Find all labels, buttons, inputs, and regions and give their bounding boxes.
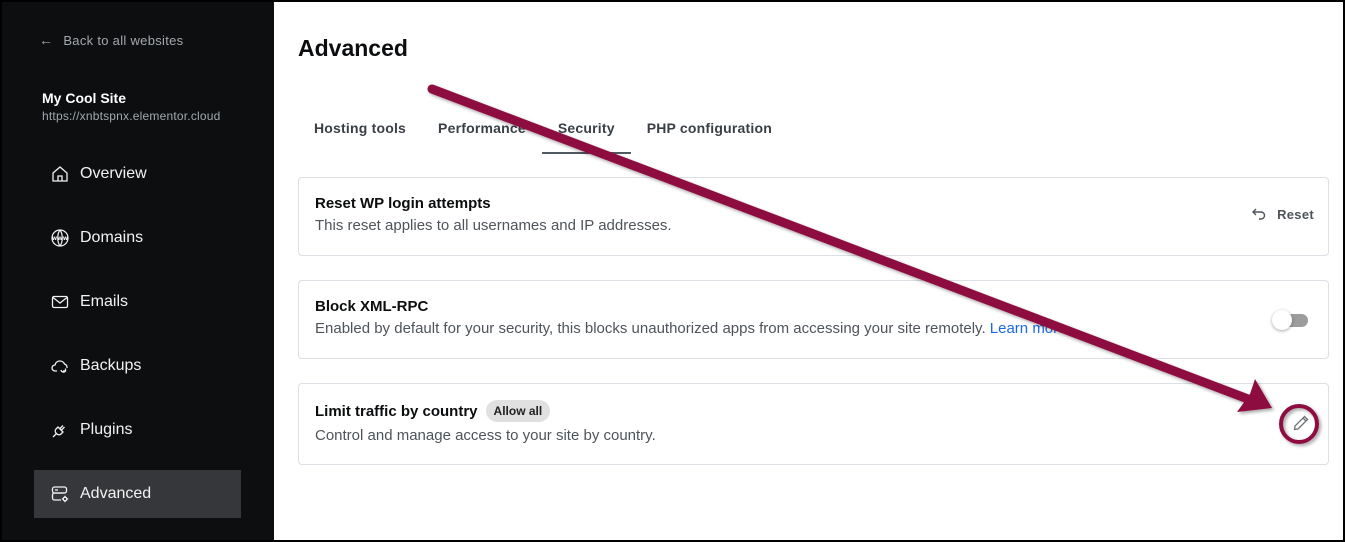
- card-title: Block XML-RPC: [315, 298, 429, 315]
- block-xmlrpc-card: Block XML-RPC Enabled by default for you…: [298, 280, 1329, 359]
- sidebar-item-advanced[interactable]: Advanced: [34, 470, 241, 518]
- card-title-row: Limit traffic by country Allow all: [315, 400, 656, 422]
- undo-icon: [1252, 208, 1266, 220]
- cloud-sync-icon: [51, 360, 68, 373]
- sidebar-item-emails[interactable]: Emails: [34, 278, 241, 326]
- sidebar-item-label: Emails: [80, 293, 129, 310]
- www-globe-icon: www: [51, 229, 69, 247]
- server-settings-icon: [51, 486, 69, 503]
- plug-icon: [52, 425, 65, 438]
- card-title: Limit traffic by country: [315, 402, 478, 420]
- card-description: Enabled by default for your security, th…: [315, 320, 1067, 337]
- tab-security[interactable]: Security: [541, 108, 631, 154]
- page-title: Advanced: [298, 35, 408, 61]
- sidebar-item-backups[interactable]: Backups: [34, 342, 241, 390]
- card-title: Reset WP login attempts: [315, 195, 491, 212]
- sidebar-item-overview[interactable]: Overview: [34, 150, 241, 198]
- sidebar-item-label: Overview: [80, 165, 147, 182]
- home-icon: [52, 166, 68, 182]
- reset-login-card: Reset WP login attempts This reset appli…: [298, 177, 1329, 256]
- mail-icon: [51, 295, 69, 309]
- sidebar-item-domains[interactable]: www Domains: [34, 214, 241, 262]
- reset-button[interactable]: Reset: [1251, 206, 1314, 222]
- sidebar: ← Back to all websites My Cool Site http…: [2, 2, 274, 540]
- edit-country-button[interactable]: [1290, 412, 1312, 434]
- pencil-icon: [1293, 415, 1309, 431]
- site-name: My Cool Site: [42, 90, 127, 106]
- toggle-thumb: [1272, 310, 1292, 330]
- site-url: https://xnbtspnx.elementor.cloud: [42, 109, 221, 123]
- status-badge: Allow all: [485, 400, 551, 422]
- tab-hosting-tools[interactable]: Hosting tools: [298, 108, 422, 152]
- sidebar-item-plugins[interactable]: Plugins: [34, 406, 241, 454]
- back-label: Back to all websites: [63, 32, 184, 48]
- arrow-left-icon: ←: [39, 32, 54, 48]
- sidebar-nav: Overview www Domains Emails Backups Plug…: [34, 150, 241, 534]
- tab-bar: Hosting tools Performance Security PHP c…: [298, 108, 788, 154]
- reset-label: Reset: [1277, 206, 1314, 222]
- app-window: ← Back to all websites My Cool Site http…: [2, 2, 1343, 540]
- limit-traffic-card: Limit traffic by country Allow all Contr…: [298, 383, 1329, 465]
- svg-text:www: www: [52, 235, 69, 242]
- main-content: Advanced Hosting tools Performance Secur…: [274, 2, 1343, 540]
- sidebar-item-label: Advanced: [80, 485, 152, 502]
- sidebar-item-label: Backups: [80, 357, 142, 374]
- block-xmlrpc-toggle[interactable]: [1272, 310, 1308, 330]
- sidebar-item-label: Domains: [80, 229, 144, 246]
- card-description: This reset applies to all usernames and …: [315, 217, 672, 234]
- learn-more-link[interactable]: Learn more: [990, 320, 1067, 337]
- tab-php-configuration[interactable]: PHP configuration: [631, 108, 788, 152]
- tab-performance[interactable]: Performance: [422, 108, 542, 152]
- sidebar-item-label: Plugins: [80, 421, 133, 438]
- description-text: Enabled by default for your security, th…: [315, 320, 986, 337]
- card-description: Control and manage access to your site b…: [315, 427, 656, 444]
- back-to-websites-link[interactable]: ← Back to all websites: [39, 32, 183, 48]
